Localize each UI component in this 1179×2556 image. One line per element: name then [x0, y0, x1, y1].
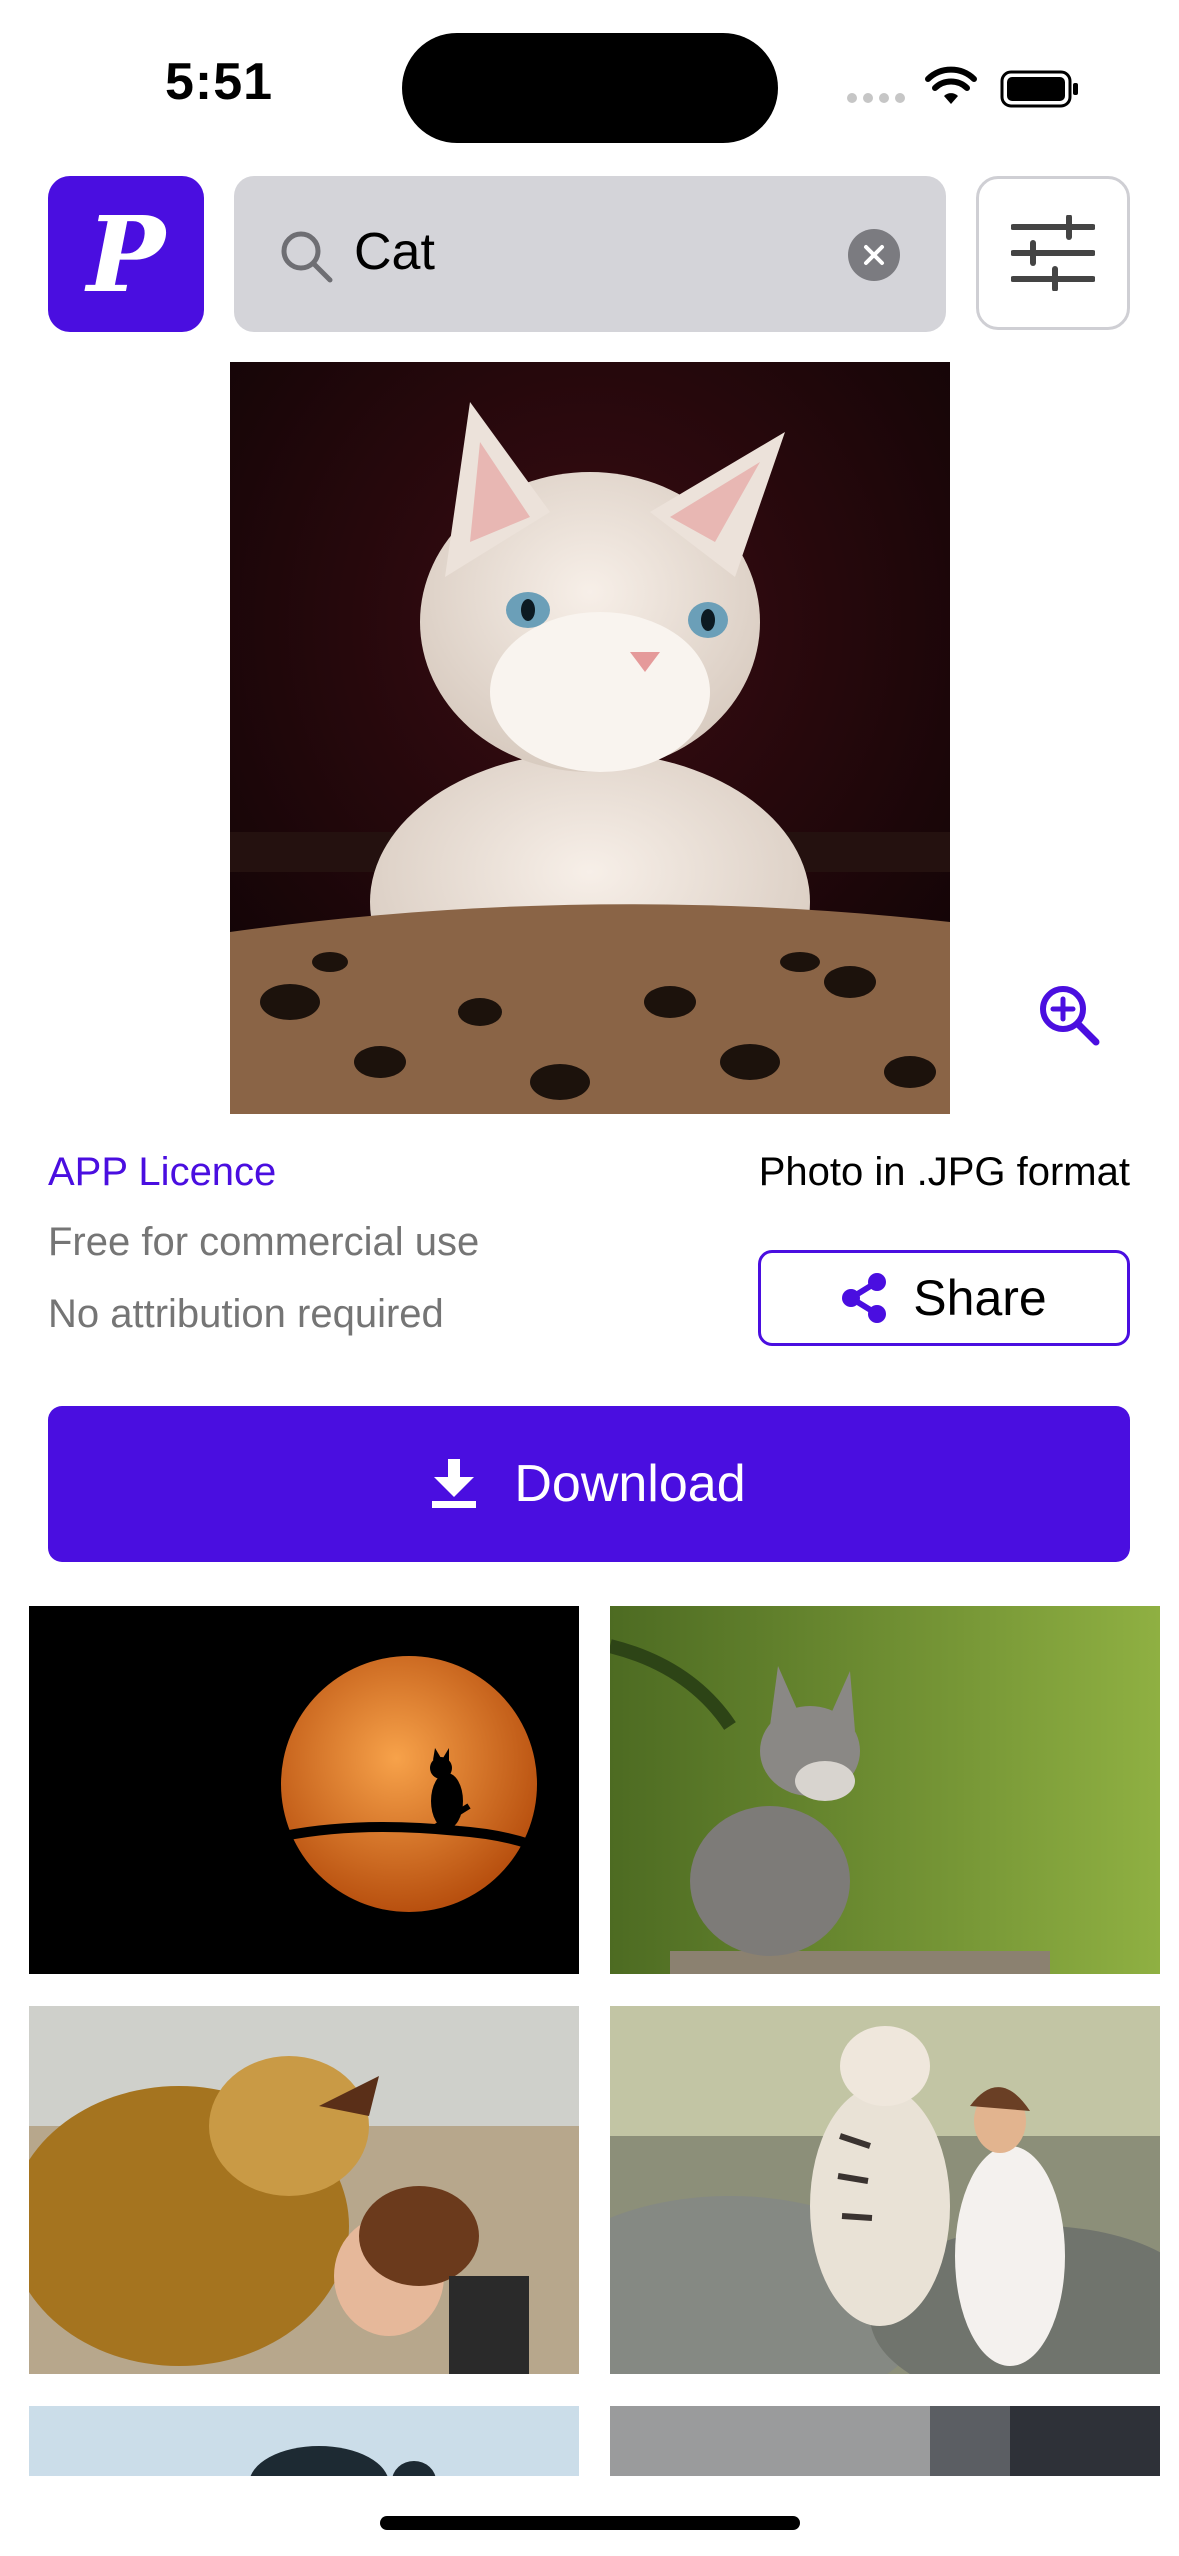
battery-icon	[1000, 70, 1078, 108]
licence-link[interactable]: APP Licence	[48, 1150, 276, 1195]
kitten-photo	[230, 362, 950, 1114]
photo-format: Photo in .JPG format	[758, 1150, 1130, 1194]
download-icon	[432, 1459, 477, 1508]
clear-search-button[interactable]	[848, 229, 900, 281]
commercial-use-text: Free for commercial use	[48, 1220, 480, 1264]
share-icon	[842, 1273, 887, 1323]
thumbnail-partial-right[interactable]	[610, 2406, 1160, 2476]
filter-button[interactable]	[976, 176, 1130, 330]
zoom-in-icon[interactable]	[1038, 984, 1100, 1046]
app-logo[interactable]: P	[48, 176, 204, 332]
sliders-icon	[1011, 215, 1095, 291]
thumbnail-moon-cat[interactable]	[29, 1606, 579, 1974]
logo-letter: P	[86, 192, 166, 316]
partial-blue-image	[29, 2406, 579, 2476]
download-label: Download	[514, 1455, 746, 1513]
tiger-woman-image	[610, 2006, 1160, 2374]
search-input[interactable]	[354, 222, 814, 282]
thumbnail-tiger-woman[interactable]	[610, 2006, 1160, 2374]
gray-kitten-image	[610, 1606, 1160, 1974]
wifi-icon	[925, 66, 977, 104]
status-time: 5:51	[165, 53, 274, 111]
lion-girl-image	[29, 2006, 579, 2374]
main-photo[interactable]	[230, 362, 950, 1114]
cellular-signal-icon	[847, 93, 905, 103]
partial-gray-image	[610, 2406, 1160, 2476]
thumbnail-partial-left[interactable]	[29, 2406, 579, 2476]
dynamic-island	[402, 33, 778, 143]
search-icon	[281, 231, 333, 283]
moon-cat-image	[29, 1606, 579, 1974]
share-button[interactable]: Share	[758, 1250, 1130, 1346]
close-icon	[864, 245, 884, 265]
download-button[interactable]: Download	[48, 1406, 1130, 1562]
share-label: Share	[913, 1270, 1047, 1326]
attribution-text: No attribution required	[48, 1292, 444, 1336]
thumbnail-gray-kitten[interactable]	[610, 1606, 1160, 1974]
home-indicator[interactable]	[380, 2516, 800, 2530]
thumbnail-lion-girl[interactable]	[29, 2006, 579, 2374]
